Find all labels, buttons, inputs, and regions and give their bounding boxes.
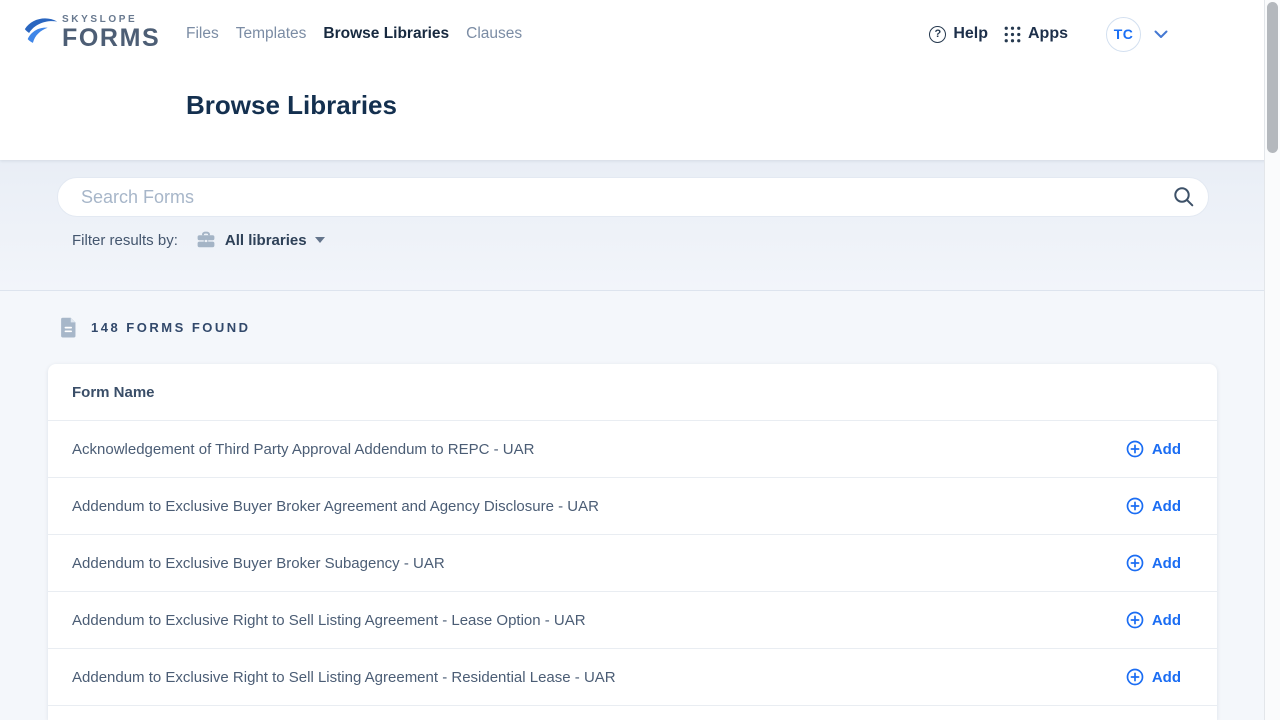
results-count-text: 148 FORMS FOUND bbox=[91, 320, 251, 335]
chevron-down-icon bbox=[1154, 30, 1168, 39]
search-input[interactable] bbox=[57, 177, 1209, 217]
page-scrollbar[interactable] bbox=[1264, 0, 1280, 720]
apps-button[interactable]: Apps bbox=[1004, 25, 1068, 43]
dropdown-caret-icon[interactable] bbox=[315, 237, 325, 243]
plus-circle-icon bbox=[1126, 497, 1144, 515]
plus-circle-icon bbox=[1126, 440, 1144, 458]
briefcase-icon bbox=[196, 230, 216, 250]
topbar-actions: ? Help Apps TC bbox=[929, 0, 1170, 68]
logo-text: SKYSLOPE FORMS bbox=[62, 14, 160, 53]
skyslope-swoosh-icon bbox=[22, 13, 60, 51]
scrollbar-thumb[interactable] bbox=[1267, 2, 1278, 153]
account-menu-button[interactable] bbox=[1152, 28, 1170, 41]
nav-item-files[interactable]: Files bbox=[186, 25, 219, 43]
form-name: Acknowledgement of Third Party Approval … bbox=[72, 441, 534, 458]
apps-label: Apps bbox=[1028, 25, 1068, 43]
form-name: Addendum to Exclusive Buyer Broker Subag… bbox=[72, 555, 445, 572]
logo-forms-label: FORMS bbox=[62, 25, 160, 51]
filter-row: Filter results by: All libraries bbox=[72, 228, 325, 252]
plus-circle-icon bbox=[1126, 668, 1144, 686]
results-count: 148 FORMS FOUND bbox=[60, 317, 251, 338]
add-button-label: Add bbox=[1152, 441, 1181, 458]
results-section: 148 FORMS FOUND Form Name Acknowledgemen… bbox=[0, 292, 1280, 720]
table-row[interactable]: Addendum to Exclusive Right to Sell List… bbox=[48, 648, 1217, 705]
add-button[interactable]: Add bbox=[1126, 554, 1181, 572]
search-filter-band: Filter results by: All libraries bbox=[0, 160, 1280, 291]
nav-item-templates[interactable]: Templates bbox=[236, 25, 307, 43]
library-filter-dropdown[interactable]: All libraries bbox=[225, 232, 307, 249]
add-button-label: Add bbox=[1152, 498, 1181, 515]
page-title: Browse Libraries bbox=[186, 90, 397, 121]
document-icon bbox=[60, 317, 78, 338]
add-button[interactable]: Add bbox=[1126, 497, 1181, 515]
add-button[interactable]: Add bbox=[1126, 668, 1181, 686]
nav-item-clauses[interactable]: Clauses bbox=[466, 25, 522, 43]
table-row[interactable]: Acknowledgement of Third Party Approval … bbox=[48, 420, 1217, 477]
filter-label: Filter results by: bbox=[72, 232, 178, 249]
search-button[interactable] bbox=[1171, 185, 1197, 211]
skyslope-forms-logo[interactable]: SKYSLOPE FORMS bbox=[22, 13, 160, 53]
primary-nav: Files Templates Browse Libraries Clauses bbox=[186, 0, 522, 68]
forms-table: Form Name Acknowledgement of Third Party… bbox=[48, 364, 1217, 720]
add-button-label: Add bbox=[1152, 612, 1181, 629]
form-name: Addendum to Exclusive Buyer Broker Agree… bbox=[72, 498, 599, 515]
add-button[interactable]: Add bbox=[1126, 611, 1181, 629]
column-header-form-name: Form Name bbox=[72, 384, 155, 401]
search-icon bbox=[1172, 185, 1196, 209]
table-row[interactable]: Addendum to Exclusive Right to Sell List… bbox=[48, 591, 1217, 648]
help-icon: ? bbox=[929, 26, 946, 43]
form-name: Addendum to Exclusive Right to Sell List… bbox=[72, 612, 586, 629]
add-button-label: Add bbox=[1152, 669, 1181, 686]
apps-grid-icon bbox=[1004, 26, 1021, 43]
search-bar bbox=[57, 177, 1209, 217]
add-button-label: Add bbox=[1152, 555, 1181, 572]
table-header: Form Name bbox=[48, 364, 1217, 420]
table-row-partial bbox=[48, 705, 1217, 720]
avatar-initials: TC bbox=[1114, 26, 1133, 42]
app-header: SKYSLOPE FORMS Files Templates Browse Li… bbox=[0, 0, 1280, 160]
nav-item-browse-libraries[interactable]: Browse Libraries bbox=[323, 25, 449, 43]
add-button[interactable]: Add bbox=[1126, 440, 1181, 458]
table-row[interactable]: Addendum to Exclusive Buyer Broker Subag… bbox=[48, 534, 1217, 591]
plus-circle-icon bbox=[1126, 554, 1144, 572]
avatar[interactable]: TC bbox=[1106, 17, 1141, 52]
help-label: Help bbox=[953, 25, 988, 43]
table-row[interactable]: Addendum to Exclusive Buyer Broker Agree… bbox=[48, 477, 1217, 534]
help-button[interactable]: ? Help bbox=[929, 25, 988, 43]
form-name: Addendum to Exclusive Right to Sell List… bbox=[72, 669, 616, 686]
plus-circle-icon bbox=[1126, 611, 1144, 629]
